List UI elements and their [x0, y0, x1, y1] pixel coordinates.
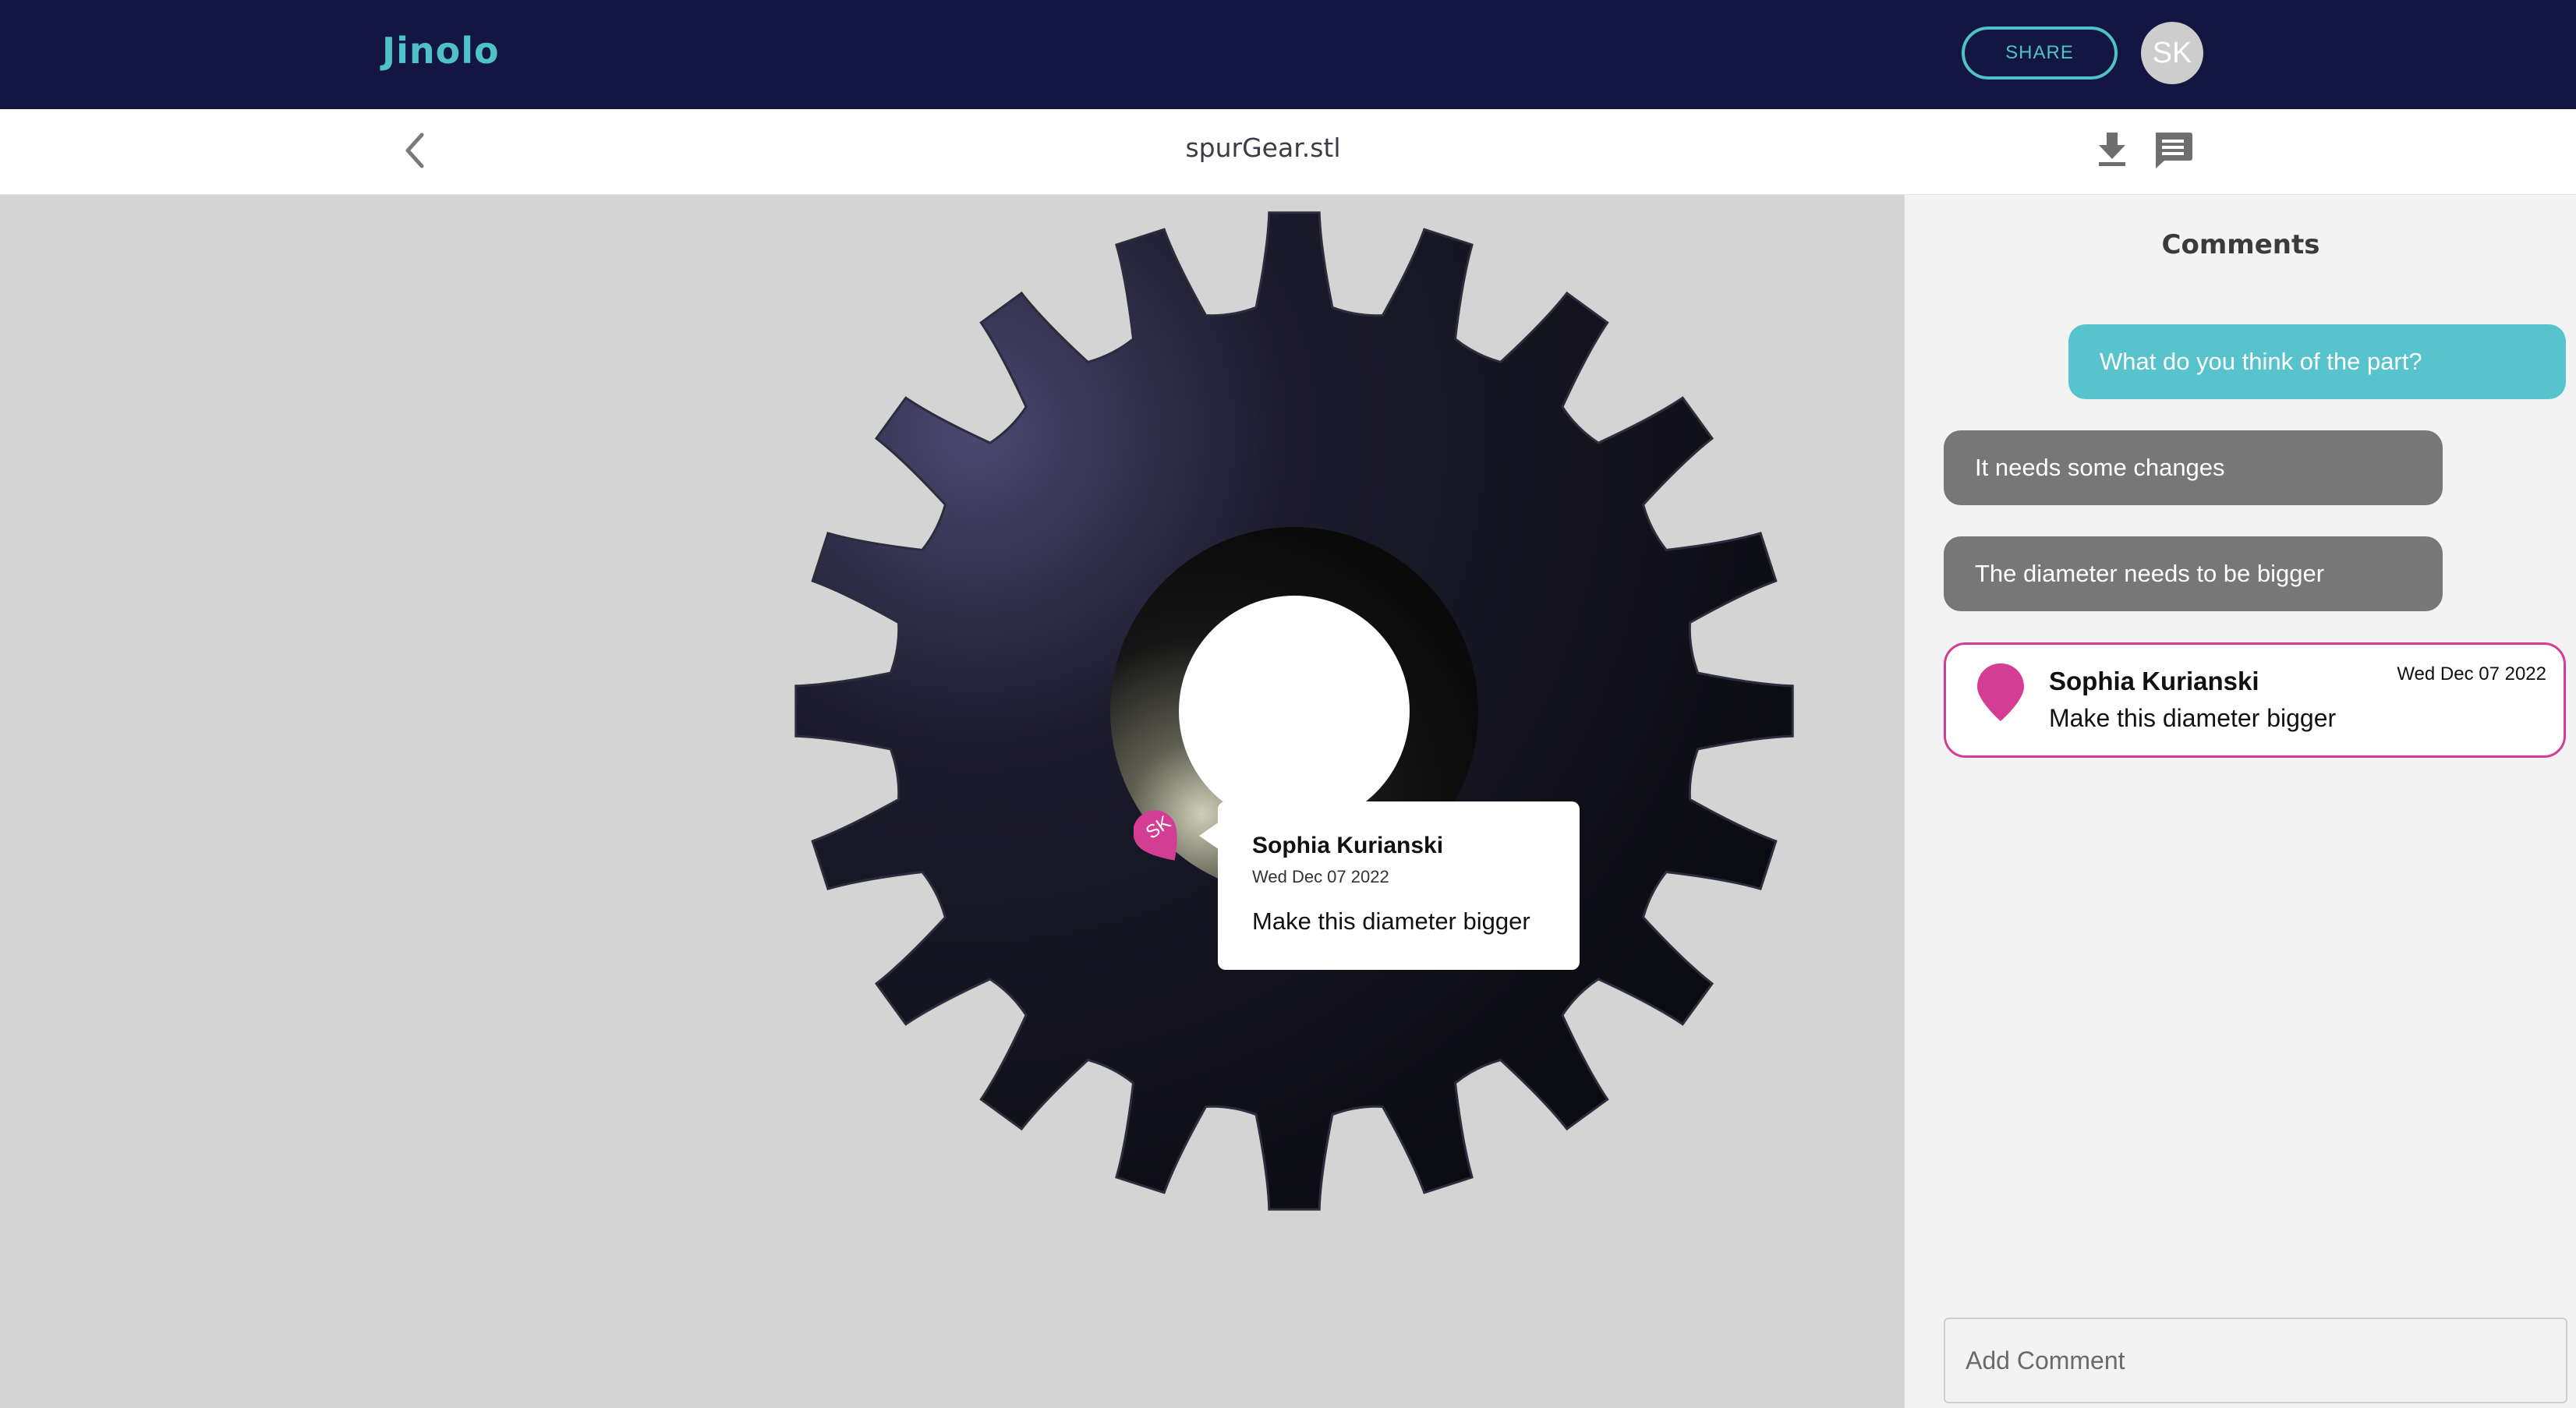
gear-model[interactable] [0, 195, 1904, 1408]
pinned-comment-card[interactable]: Sophia Kurianski Make this diameter bigg… [1944, 642, 2566, 758]
comments-icon[interactable] [2152, 128, 2194, 170]
message-bubble-other: It needs some changes [1944, 430, 2443, 505]
comment-pin-marker[interactable]: SK [1133, 806, 1184, 869]
top-bar: Jinolo SHARE SK [0, 0, 2576, 109]
share-button[interactable]: SHARE [1962, 27, 2118, 80]
comment-popup[interactable]: Sophia Kurianski Wed Dec 07 2022 Make th… [1199, 801, 1580, 970]
user-avatar[interactable]: SK [2141, 22, 2203, 84]
message-bubble-self: What do you think of the part? [2068, 324, 2566, 399]
file-toolbar: spurGear.stl [0, 109, 2576, 195]
comments-panel: Comments What do you think of the part? … [1904, 195, 2576, 1408]
message-bubble-other: The diameter needs to be bigger [1944, 536, 2443, 611]
file-title: spurGear.stl [1185, 133, 1341, 163]
card-author: Sophia Kurianski [2049, 667, 2259, 695]
card-text: Make this diameter bigger [2049, 704, 2337, 732]
gear-bore-hole [1179, 596, 1410, 826]
card-date: Wed Dec 07 2022 [2397, 663, 2546, 685]
add-comment-input[interactable] [1944, 1318, 2567, 1403]
model-viewer[interactable]: SK Sophia Kurianski Wed Dec 07 2022 Make… [0, 195, 1904, 1408]
comments-title: Comments [2161, 229, 2320, 260]
popup-author: Sophia Kurianski [1252, 833, 1444, 858]
popup-text: Make this diameter bigger [1252, 907, 1530, 935]
popup-date: Wed Dec 07 2022 [1252, 867, 1389, 886]
download-icon[interactable] [2093, 128, 2132, 170]
brand-logo[interactable]: Jinolo [382, 30, 500, 72]
pin-icon [1977, 663, 2024, 721]
